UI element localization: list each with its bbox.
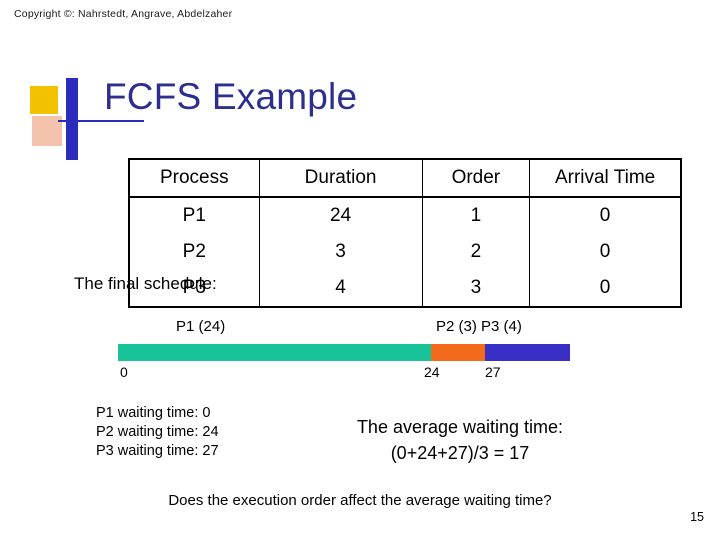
table-row: P2 3 2 0 — [129, 234, 681, 270]
copyright-notice: Copyright ©: Nahrstedt, Angrave, Abdelza… — [14, 8, 233, 20]
column-header-arrival-time: Arrival Time — [529, 159, 681, 198]
gantt-tick-0: 0 — [120, 364, 128, 380]
waiting-time-p2: P2 waiting time: 24 — [96, 424, 219, 440]
column-header-order: Order — [421, 159, 531, 198]
cell-arrival-time: 0 — [529, 234, 681, 270]
waiting-time-p3: P3 waiting time: 27 — [96, 443, 219, 459]
gantt-tick-27: 27 — [485, 364, 501, 380]
average-waiting-time-block: The average waiting time: (0+24+27)/3 = … — [300, 414, 620, 466]
blue-bar-decoration — [66, 78, 78, 160]
gantt-segment-p3 — [485, 344, 570, 361]
gantt-segment-p2 — [431, 344, 485, 361]
slide-number: 15 — [690, 510, 704, 524]
cell-duration: 24 — [258, 197, 423, 234]
gantt-segment-p1 — [118, 344, 431, 361]
discussion-question: Does the execution order affect the aver… — [168, 492, 552, 509]
cell-order: 1 — [421, 197, 531, 234]
waiting-time-list: P1 waiting time: 0 P2 waiting time: 24 P… — [96, 404, 219, 461]
horizontal-rule-decoration — [58, 120, 144, 122]
gantt-bar — [118, 344, 570, 361]
average-waiting-time-formula: (0+24+27)/3 = 17 — [390, 443, 530, 463]
cell-arrival-time: 0 — [529, 197, 681, 234]
cell-order: 3 — [421, 270, 531, 307]
gantt-tick-24: 24 — [424, 364, 440, 380]
average-waiting-time-label: The average waiting time: — [356, 417, 564, 437]
column-header-duration: Duration — [258, 159, 423, 198]
cell-order: 2 — [421, 234, 531, 270]
cell-arrival-time: 0 — [529, 270, 681, 307]
gantt-chart: P1 (24) P2 (3) P3 (4) 0 24 27 — [118, 318, 578, 388]
page-title: FCFS Example — [104, 76, 358, 117]
final-schedule-label: The final schedule: — [74, 274, 217, 293]
table-header-row: Process Duration Order Arrival Time — [129, 159, 681, 198]
column-header-process: Process — [129, 159, 260, 198]
decorative-graphic — [30, 78, 144, 160]
waiting-time-p1: P1 waiting time: 0 — [96, 405, 211, 421]
yellow-square-decoration — [30, 86, 58, 114]
cell-duration: 4 — [258, 270, 423, 307]
cell-duration: 3 — [258, 234, 423, 270]
table-row: P1 24 1 0 — [129, 197, 681, 234]
cell-process: P1 — [129, 197, 260, 234]
gantt-label-p2-p3: P2 (3) P3 (4) — [436, 318, 522, 335]
cell-process: P2 — [129, 234, 260, 270]
gantt-label-p1: P1 (24) — [176, 318, 226, 335]
